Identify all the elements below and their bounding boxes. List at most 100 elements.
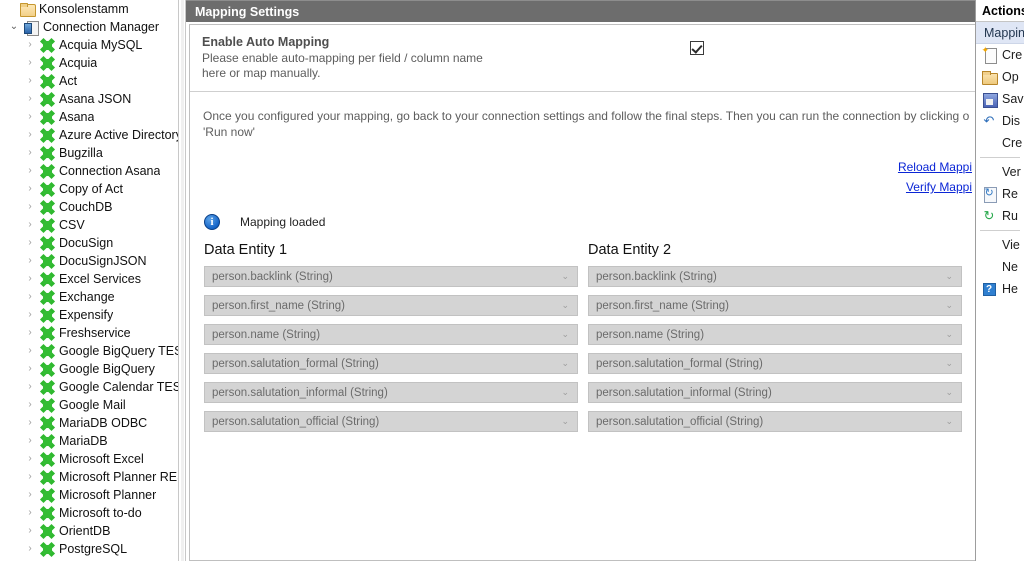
tree-item-connection[interactable]: › MariaDB — [0, 432, 178, 450]
chevron-right-icon[interactable]: › — [22, 360, 38, 378]
chevron-right-icon[interactable]: › — [22, 540, 38, 558]
tree-item-connection[interactable]: › Act — [0, 72, 178, 90]
chevron-right-icon[interactable]: › — [22, 288, 38, 306]
auto-mapping-checkbox-wrapper[interactable] — [690, 41, 704, 55]
tree-item-connection[interactable]: › Microsoft Planner — [0, 486, 178, 504]
chevron-right-icon[interactable]: › — [22, 90, 38, 108]
tree-item-connection[interactable]: › CSV — [0, 216, 178, 234]
data-entity-1-column: Data Entity 1 person.backlink (String) ⌄… — [204, 242, 578, 440]
chevron-right-icon[interactable]: › — [22, 504, 38, 522]
chevron-right-icon[interactable]: › — [22, 72, 38, 90]
tree-item-connection[interactable]: › Google BigQuery — [0, 360, 178, 378]
action-create-secondary[interactable]: Cre — [976, 132, 1024, 154]
action-verify[interactable]: Ver — [976, 161, 1024, 183]
chevron-right-icon[interactable]: › — [22, 198, 38, 216]
tree-item-connection[interactable]: › Expensify — [0, 306, 178, 324]
chevron-right-icon[interactable]: › — [22, 162, 38, 180]
connection-tree-panel[interactable]: Konsolenstamm ⌄ Connection Manager › Acq… — [0, 0, 178, 561]
chevron-right-icon[interactable]: › — [22, 126, 38, 144]
tree-item-connection[interactable]: › Microsoft to-do — [0, 504, 178, 522]
tree-item-label: Google Mail — [56, 398, 126, 412]
chevron-right-icon[interactable]: › — [22, 216, 38, 234]
chevron-right-icon[interactable]: › — [22, 522, 38, 540]
chevron-right-icon[interactable]: › — [22, 144, 38, 162]
tree-item-connection[interactable]: › Exchange — [0, 288, 178, 306]
entity2-field-select[interactable]: person.backlink (String) ⌄ — [588, 266, 962, 287]
tree-item-connection[interactable]: › Bugzilla — [0, 144, 178, 162]
action-create-mapping[interactable]: Cre — [976, 44, 1024, 66]
tree-item-connection[interactable]: › Google BigQuery TEST — [0, 342, 178, 360]
chevron-right-icon[interactable]: › — [22, 306, 38, 324]
entity1-field-select[interactable]: person.salutation_informal (String) ⌄ — [204, 382, 578, 403]
tree-item-connection[interactable]: › MariaDB ODBC — [0, 414, 178, 432]
tree-item-connection[interactable]: › Excel Services — [0, 270, 178, 288]
tree-item-connection[interactable]: › Google Mail — [0, 396, 178, 414]
tree-item-connection[interactable]: › OrientDB — [0, 522, 178, 540]
tree-item-connection[interactable]: › DocuSign — [0, 234, 178, 252]
action-reload[interactable]: Re — [976, 183, 1024, 205]
tree-item-connection[interactable]: › Freshservice — [0, 324, 178, 342]
tree-item-connection[interactable]: › Microsoft Planner REST — [0, 468, 178, 486]
chevron-right-icon[interactable]: › — [22, 378, 38, 396]
tree-item-connection[interactable]: › Microsoft Excel — [0, 450, 178, 468]
chevron-right-icon[interactable]: › — [22, 36, 38, 54]
tree-item-connection[interactable]: › Acquia — [0, 54, 178, 72]
action-new[interactable]: Ne — [976, 256, 1024, 278]
plug-icon — [38, 75, 56, 88]
auto-mapping-section: Enable Auto Mapping Please enable auto-m… — [190, 25, 975, 91]
verify-mapping-link[interactable]: Verify Mappi — [190, 180, 972, 194]
action-discard-mapping[interactable]: ↶ Dis — [976, 110, 1024, 132]
entity2-field-value: person.salutation_informal (String) — [596, 387, 772, 399]
chevron-right-icon[interactable]: › — [22, 234, 38, 252]
entity2-field-select[interactable]: person.salutation_formal (String) ⌄ — [588, 353, 962, 374]
auto-mapping-checkbox[interactable] — [690, 41, 704, 55]
chevron-right-icon[interactable]: › — [22, 450, 38, 468]
entity1-field-select[interactable]: person.name (String) ⌄ — [204, 324, 578, 345]
chevron-right-icon[interactable]: › — [22, 324, 38, 342]
chevron-right-icon[interactable]: › — [22, 342, 38, 360]
tree-item-connection[interactable]: › Asana — [0, 108, 178, 126]
entity2-field-select[interactable]: person.name (String) ⌄ — [588, 324, 962, 345]
tree-item-root[interactable]: Konsolenstamm — [0, 0, 178, 18]
chevron-right-icon[interactable]: › — [22, 180, 38, 198]
chevron-right-icon[interactable]: › — [22, 432, 38, 450]
tree-item-connection[interactable]: › Azure Active Directory — [0, 126, 178, 144]
tree-item-connection[interactable]: › Asana JSON — [0, 90, 178, 108]
chevron-down-icon: ⌄ — [561, 271, 573, 282]
tree-item-connection[interactable]: › Copy of Act — [0, 180, 178, 198]
action-view[interactable]: Vie — [976, 234, 1024, 256]
entity2-field-select[interactable]: person.first_name (String) ⌄ — [588, 295, 962, 316]
reload-mapping-link[interactable]: Reload Mappi — [190, 160, 972, 174]
entity1-field-select[interactable]: person.backlink (String) ⌄ — [204, 266, 578, 287]
tree-item-connection[interactable]: › Connection Asana — [0, 162, 178, 180]
tree-item-label: Expensify — [56, 308, 113, 322]
entity1-field-select[interactable]: person.salutation_formal (String) ⌄ — [204, 353, 578, 374]
tree-item-connection-manager[interactable]: ⌄ Connection Manager — [0, 18, 178, 36]
actions-panel: Actions Mappin Cre Op Sav ↶ Dis Cre Ver — [975, 0, 1024, 561]
tree-item-connection[interactable]: › Google Calendar TEST — [0, 378, 178, 396]
tree-item-connection[interactable]: › CouchDB — [0, 198, 178, 216]
chevron-right-icon[interactable]: › — [22, 252, 38, 270]
panel-splitter[interactable] — [178, 0, 186, 561]
tree-item-label: Microsoft Planner REST — [56, 470, 178, 484]
entity1-field-select[interactable]: person.salutation_official (String) ⌄ — [204, 411, 578, 432]
tree-item-label: Acquia — [56, 56, 97, 70]
chevron-right-icon[interactable]: › — [22, 414, 38, 432]
chevron-right-icon[interactable]: › — [22, 468, 38, 486]
action-save-mapping[interactable]: Sav — [976, 88, 1024, 110]
chevron-down-icon[interactable]: ⌄ — [6, 18, 22, 36]
tree-item-connection[interactable]: › Acquia MySQL — [0, 36, 178, 54]
action-open-mapping[interactable]: Op — [976, 66, 1024, 88]
chevron-right-icon[interactable]: › — [22, 270, 38, 288]
action-help[interactable]: ? He — [976, 278, 1024, 300]
entity2-field-select[interactable]: person.salutation_official (String) ⌄ — [588, 411, 962, 432]
chevron-right-icon[interactable]: › — [22, 486, 38, 504]
tree-item-connection[interactable]: › DocuSignJSON — [0, 252, 178, 270]
entity2-field-select[interactable]: person.salutation_informal (String) ⌄ — [588, 382, 962, 403]
chevron-right-icon[interactable]: › — [22, 396, 38, 414]
chevron-right-icon[interactable]: › — [22, 108, 38, 126]
chevron-right-icon[interactable]: › — [22, 54, 38, 72]
tree-item-connection[interactable]: › PostgreSQL — [0, 540, 178, 558]
action-run[interactable]: ↻ Ru — [976, 205, 1024, 227]
entity1-field-select[interactable]: person.first_name (String) ⌄ — [204, 295, 578, 316]
